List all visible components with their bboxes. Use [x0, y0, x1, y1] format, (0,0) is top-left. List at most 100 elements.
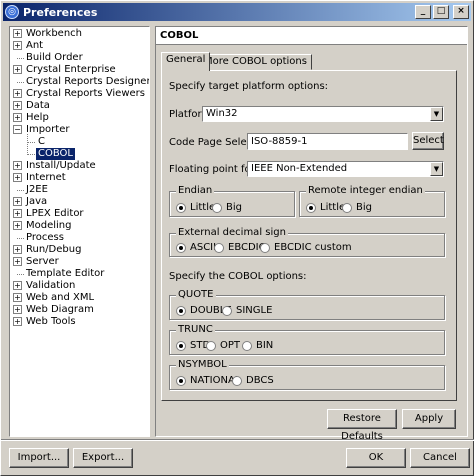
- expand-icon[interactable]: +: [13, 29, 22, 38]
- tree-item-validation[interactable]: + Validation: [10, 280, 149, 292]
- tree-item-label: Crystal Enterprise: [26, 64, 116, 75]
- expand-icon[interactable]: +: [13, 161, 22, 170]
- code-page-input[interactable]: ISO-8859-1: [247, 133, 408, 150]
- chevron-down-icon[interactable]: ▼: [430, 107, 443, 121]
- expand-icon[interactable]: +: [13, 113, 22, 122]
- radio-label: Big: [356, 202, 372, 213]
- expand-icon[interactable]: +: [13, 257, 22, 266]
- preference-tree[interactable]: + Workbench + Ant Build Order + Crystal Enterp…: [9, 26, 150, 437]
- expand-icon[interactable]: +: [13, 305, 22, 314]
- endian-big-radio[interactable]: Big: [212, 202, 242, 213]
- radio-label: DBCS: [246, 375, 274, 386]
- remote-endian-big-radio[interactable]: Big: [342, 202, 372, 213]
- expand-icon[interactable]: +: [13, 89, 22, 98]
- quote-title: QUOTE: [176, 289, 216, 300]
- quote-single-radio[interactable]: SINGLE: [222, 305, 272, 316]
- external-decimal-title: External decimal sign: [176, 227, 288, 238]
- remote-endian-little-radio[interactable]: Little: [306, 202, 345, 213]
- preferences-window: ◎ Preferences _ □ × + Workbench + Ant Build …: [0, 0, 474, 476]
- trunc-opt-radio[interactable]: OPT: [206, 340, 240, 351]
- radio-selected-icon: [306, 202, 316, 213]
- radio-label: SINGLE: [236, 305, 273, 316]
- expand-icon[interactable]: +: [13, 293, 22, 302]
- expand-icon[interactable]: +: [13, 221, 22, 230]
- platform-combo[interactable]: Win32 ▼: [202, 106, 444, 122]
- radio-selected-icon: [176, 305, 186, 316]
- expand-icon[interactable]: +: [13, 101, 22, 110]
- tree-item-label: COBOL: [36, 148, 75, 160]
- tree-connector: [27, 142, 35, 143]
- close-button[interactable]: ×: [453, 5, 469, 19]
- external-decimal-group: External decimal sign ASCII EBCDIC EBCDI…: [169, 227, 445, 257]
- tree-item-web-and-xml[interactable]: + Web and XML: [10, 292, 149, 304]
- tree-item-data[interactable]: + Data: [10, 100, 149, 112]
- tree-item-label: Template Editor: [26, 268, 105, 279]
- tree-item-lpex-editor[interactable]: + LPEX Editor: [10, 208, 149, 220]
- maximize-button[interactable]: □: [433, 5, 449, 19]
- nsymbol-dbcs-radio[interactable]: DBCS: [232, 375, 274, 386]
- expand-icon[interactable]: +: [13, 281, 22, 290]
- trunc-bin-radio[interactable]: BIN: [242, 340, 273, 351]
- nsymbol-national-radio[interactable]: NATIONAL: [176, 375, 240, 386]
- tree-item-crystal-reports-designer[interactable]: Crystal Reports Designer: [10, 76, 149, 88]
- tree-item-importer[interactable]: − Importer: [10, 124, 149, 136]
- tree-item-ant[interactable]: + Ant: [10, 40, 149, 52]
- cancel-button[interactable]: Cancel: [410, 448, 470, 468]
- endian-title: Endian: [176, 185, 215, 196]
- decimal-ebcdic-custom-radio[interactable]: EBCDIC custom: [260, 242, 352, 253]
- tree-item-help[interactable]: + Help: [10, 112, 149, 124]
- tree-item-workbench[interactable]: + Workbench: [10, 28, 149, 40]
- tree-item-label: Crystal Reports Viewers: [26, 88, 145, 99]
- tree-item-cobol[interactable]: COBOL: [10, 148, 149, 160]
- tree-item-crystal-enterprise[interactable]: + Crystal Enterprise: [10, 64, 149, 76]
- decimal-ascii-radio[interactable]: ASCII: [176, 242, 216, 253]
- chevron-down-icon[interactable]: ▼: [430, 162, 443, 176]
- expand-icon[interactable]: +: [13, 209, 22, 218]
- tree-item-run-debug[interactable]: + Run/Debug: [10, 244, 149, 256]
- quote-group: QUOTE DOUBLE SINGLE: [169, 289, 445, 320]
- tree-item-process[interactable]: Process: [10, 232, 149, 244]
- tree-item-label: Importer: [26, 124, 70, 135]
- tree-item-internet[interactable]: + Internet: [10, 172, 149, 184]
- tree-item-j2ee[interactable]: J2EE: [10, 184, 149, 196]
- tree-item-build-order[interactable]: Build Order: [10, 52, 149, 64]
- tree-item-label: Install/Update: [26, 160, 96, 171]
- tree-item-template-editor[interactable]: Template Editor: [10, 268, 149, 280]
- import-button[interactable]: Import...: [9, 448, 69, 468]
- restore-defaults-button[interactable]: Restore Defaults: [327, 409, 397, 442]
- tab-more-cobol-options[interactable]: More COBOL options: [199, 54, 312, 70]
- tree-item-web-tools[interactable]: + Web Tools: [10, 316, 149, 328]
- tree-item-c[interactable]: C: [10, 136, 149, 148]
- tree-item-label: Ant: [26, 40, 44, 51]
- trunc-title: TRUNC: [176, 324, 215, 335]
- tree-item-label: Modeling: [26, 220, 72, 231]
- floating-point-combo[interactable]: IEEE Non-Extended ▼: [247, 161, 444, 177]
- expand-icon[interactable]: +: [13, 317, 22, 326]
- expand-icon[interactable]: +: [13, 65, 22, 74]
- tree-item-server[interactable]: + Server: [10, 256, 149, 268]
- tree-item-crystal-reports-viewers[interactable]: + Crystal Reports Viewers: [10, 88, 149, 100]
- select-button[interactable]: Select: [412, 132, 444, 150]
- expand-icon[interactable]: +: [13, 41, 22, 50]
- tab-general[interactable]: General: [161, 52, 211, 71]
- tree-item-install-update[interactable]: + Install/Update: [10, 160, 149, 172]
- title-bar[interactable]: ◎ Preferences _ □ ×: [3, 3, 471, 21]
- expand-icon[interactable]: +: [13, 173, 22, 182]
- footer-separator: [1, 439, 474, 441]
- apply-button[interactable]: Apply: [402, 409, 456, 429]
- endian-little-radio[interactable]: Little: [176, 202, 215, 213]
- decimal-ebcdic-radio[interactable]: EBCDIC: [214, 242, 266, 253]
- tree-connector: [17, 190, 24, 191]
- export-button[interactable]: Export...: [73, 448, 133, 468]
- ok-button[interactable]: OK: [346, 448, 406, 468]
- minimize-button[interactable]: _: [415, 5, 431, 19]
- radio-empty-icon: [342, 202, 352, 213]
- expand-icon[interactable]: +: [13, 245, 22, 254]
- tree-item-label: Server: [26, 256, 59, 267]
- tree-item-web-diagram[interactable]: + Web Diagram: [10, 304, 149, 316]
- collapse-icon[interactable]: −: [13, 125, 22, 134]
- tree-item-java[interactable]: + Java: [10, 196, 149, 208]
- tree-item-modeling[interactable]: + Modeling: [10, 220, 149, 232]
- expand-icon[interactable]: +: [13, 197, 22, 206]
- radio-label: EBCDIC custom: [274, 242, 352, 253]
